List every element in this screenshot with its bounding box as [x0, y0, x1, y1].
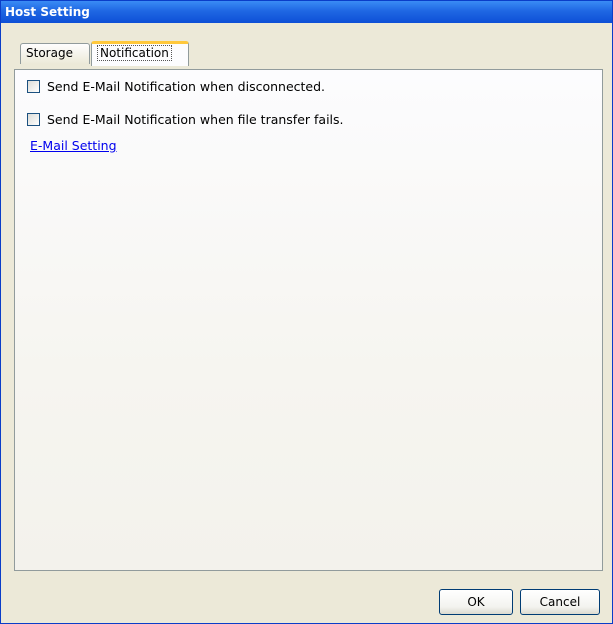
disconnected-option: Send E-Mail Notification when disconnect… — [27, 78, 325, 94]
host-setting-window: Host Setting Storage Notification Send E… — [0, 0, 613, 624]
notification-panel: Send E-Mail Notification when disconnect… — [14, 69, 603, 571]
transfer-fails-checkbox[interactable] — [27, 112, 40, 126]
transfer-fails-label: Send E-Mail Notification when file trans… — [47, 111, 344, 127]
cancel-button[interactable]: Cancel — [520, 589, 600, 615]
tab-notification[interactable]: Notification — [91, 41, 189, 66]
ok-button[interactable]: OK — [439, 589, 513, 615]
window-title: Host Setting — [1, 1, 612, 23]
disconnected-label: Send E-Mail Notification when disconnect… — [47, 78, 326, 94]
tab-strip: Storage Notification — [14, 41, 604, 66]
tab-storage-label: Storage — [26, 46, 73, 60]
disconnected-checkbox[interactable] — [27, 79, 40, 93]
transfer-fails-option: Send E-Mail Notification when file trans… — [27, 111, 344, 127]
tab-notification-label: Notification — [97, 45, 172, 61]
tab-storage[interactable]: Storage — [20, 43, 90, 64]
dialog-body: Storage Notification Send E-Mail Notific… — [4, 23, 609, 620]
email-setting-link[interactable]: E-Mail Setting — [30, 138, 117, 153]
